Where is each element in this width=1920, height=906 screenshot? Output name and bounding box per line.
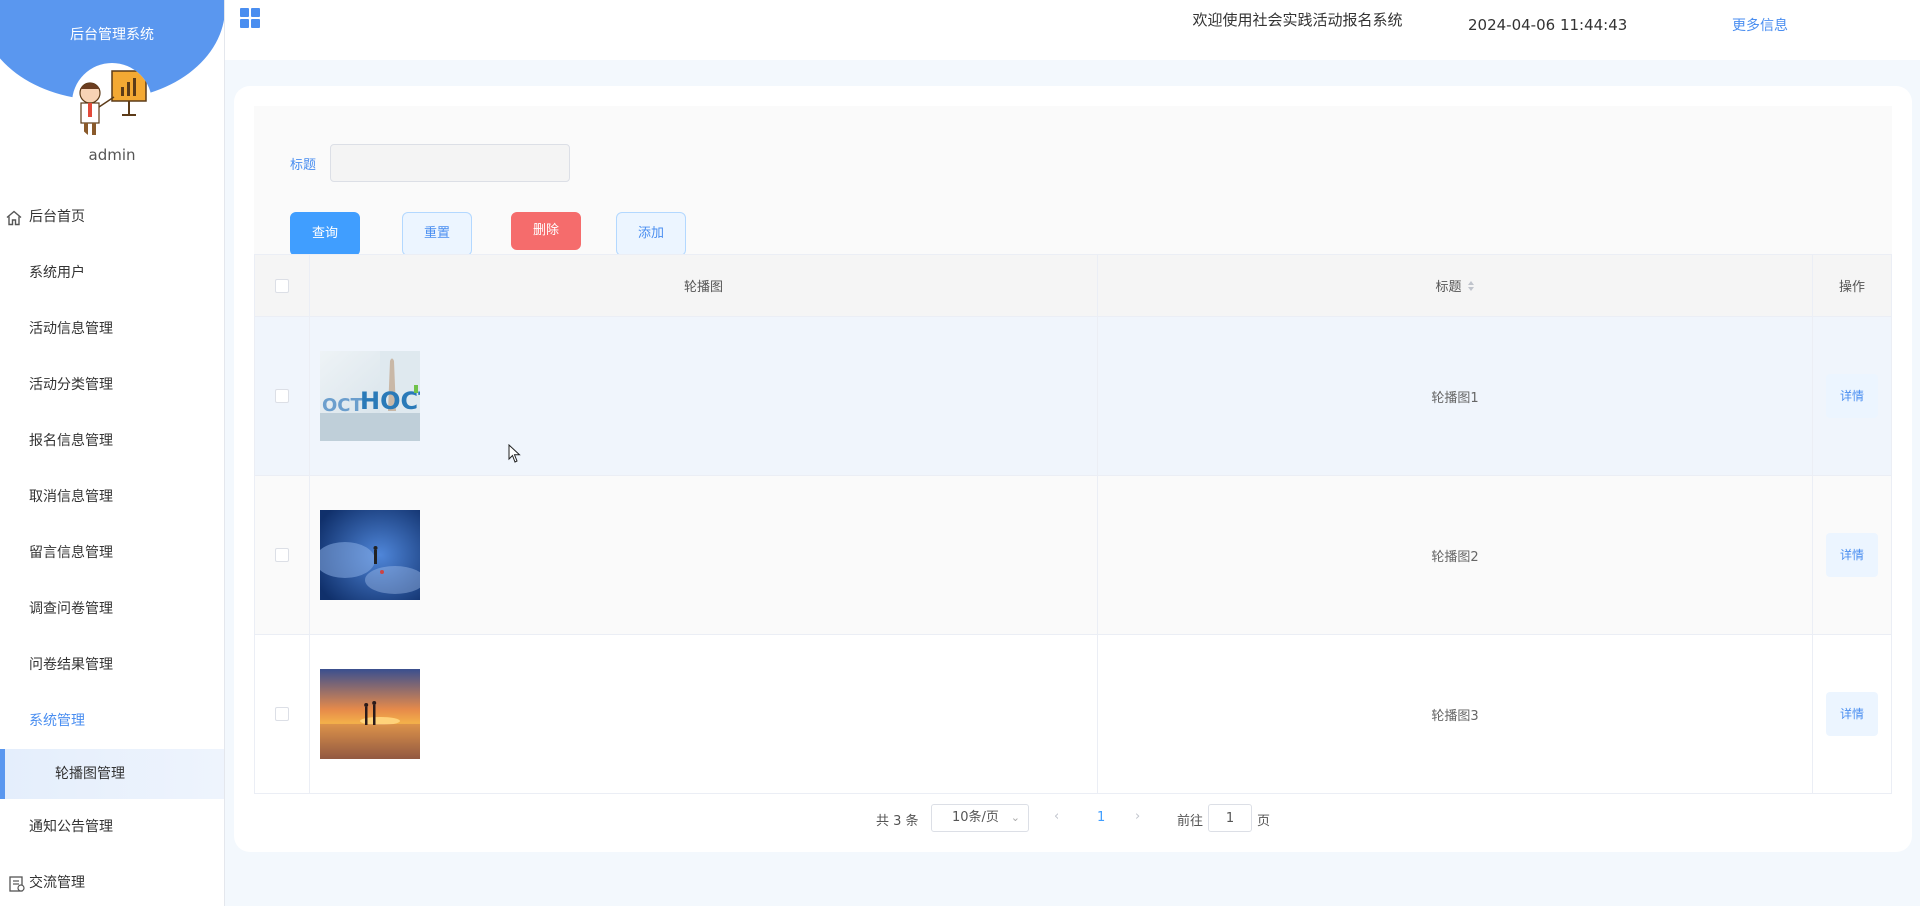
image-cell: [310, 635, 1098, 793]
carousel-table: 轮播图 标题 操作 OCT HOCT: [254, 254, 1892, 794]
query-button[interactable]: 查询: [290, 212, 360, 256]
goto-label: 前往: [1177, 814, 1204, 829]
goto-page-input[interactable]: [1208, 804, 1252, 832]
sidebar: 后台管理系统 admin 后台首页 系统用户 活动信息管理 活动分类管理 报名信…: [0, 0, 225, 906]
row-checkbox[interactable]: [275, 707, 289, 721]
page-unit-label: 页: [1257, 814, 1271, 829]
row-checkbox[interactable]: [275, 389, 289, 403]
carousel-image-thumbnail[interactable]: [320, 510, 420, 600]
current-datetime: 2024-04-06 11:44:43: [1468, 16, 1628, 34]
title-cell: 轮播图2: [1098, 476, 1813, 634]
page-number-current[interactable]: 1: [1097, 810, 1105, 825]
top-bar: 欢迎使用社会实践活动报名系统 2024-04-06 11:44:43 更多信息: [225, 0, 1920, 60]
image-cell: [310, 476, 1098, 634]
table-row: OCT HOCT 轮播图1 详情: [255, 317, 1891, 476]
mouse-cursor-icon: [508, 444, 521, 463]
sidebar-item-label: 后台首页: [29, 209, 85, 225]
table-row: 轮播图2 详情: [255, 476, 1891, 635]
page-size-select[interactable]: 10条/页 ⌄: [931, 804, 1029, 832]
row-checkbox-cell: [255, 476, 310, 634]
table-header: 轮播图 标题 操作: [255, 255, 1891, 317]
actions-cell: 详情: [1813, 476, 1891, 634]
select-all-checkbox[interactable]: [275, 278, 289, 293]
system-title: 后台管理系统: [70, 27, 154, 43]
sidebar-menu: 后台首页 系统用户 活动信息管理 活动分类管理 报名信息管理 取消信息管理 留言…: [0, 189, 224, 906]
sidebar-item-label: 活动信息管理: [29, 321, 113, 337]
table-row: 轮播图3 详情: [255, 635, 1891, 793]
page-title: 欢迎使用社会实践活动报名系统: [225, 9, 1920, 30]
carousel-image-thumbnail[interactable]: [320, 669, 420, 759]
page-size-value: 10条/页: [952, 810, 999, 825]
detail-button[interactable]: 详情: [1826, 533, 1878, 577]
column-header-title-label: 标题: [1435, 280, 1462, 295]
add-button[interactable]: 添加: [616, 212, 686, 256]
sidebar-item-system-users[interactable]: 系统用户: [0, 245, 224, 301]
carousel-image-thumbnail[interactable]: OCT HOCT: [320, 351, 420, 441]
actions-cell: 详情: [1813, 317, 1891, 475]
title-cell: 轮播图1: [1098, 317, 1813, 475]
avatar[interactable]: [72, 63, 152, 143]
more-info-link[interactable]: 更多信息: [1732, 15, 1788, 35]
actions-cell: 详情: [1813, 635, 1891, 793]
sidebar-item-exchange[interactable]: 交流管理: [0, 855, 224, 906]
sidebar-item-activity-category[interactable]: 活动分类管理: [0, 357, 224, 413]
sidebar-item-carousel-management[interactable]: 轮播图管理: [0, 749, 224, 799]
detail-button[interactable]: 详情: [1826, 692, 1878, 736]
sidebar-item-label: 系统用户: [29, 265, 85, 281]
column-header-title[interactable]: 标题: [1098, 255, 1813, 316]
pagination: 共 3 条 10条/页 ⌄ ‹ 1 › 前往 页: [234, 804, 1912, 834]
next-page-icon[interactable]: ›: [1135, 809, 1140, 824]
sidebar-item-label: 问卷结果管理: [29, 657, 113, 673]
column-header-image: 轮播图: [310, 255, 1098, 316]
row-checkbox-cell: [255, 635, 310, 793]
welcome-title: 欢迎使用社会实践活动报名系统: [1192, 11, 1403, 29]
grid-icon[interactable]: [239, 7, 261, 29]
pagination-total: 共 3 条: [876, 814, 919, 829]
chevron-down-icon: ⌄: [1010, 811, 1020, 824]
document-icon: [9, 876, 25, 892]
image-cell: OCT HOCT: [310, 317, 1098, 475]
sidebar-item-notices[interactable]: 通知公告管理: [0, 799, 224, 855]
sidebar-item-home[interactable]: 后台首页: [0, 189, 224, 245]
sidebar-item-activity-info[interactable]: 活动信息管理: [0, 301, 224, 357]
reset-button[interactable]: 重置: [402, 212, 472, 256]
sidebar-item-survey[interactable]: 调查问卷管理: [0, 581, 224, 637]
title-search-input[interactable]: [330, 144, 570, 182]
svg-text:OCT: OCT: [322, 395, 364, 416]
sidebar-item-system-management[interactable]: 系统管理: [0, 693, 224, 749]
title-filter-label: 标题: [290, 158, 317, 173]
sort-icon[interactable]: [1467, 280, 1475, 292]
sidebar-item-messages[interactable]: 留言信息管理: [0, 525, 224, 581]
delete-button[interactable]: 删除: [511, 212, 581, 250]
sidebar-item-label: 取消信息管理: [29, 489, 113, 505]
header-checkbox-cell: [255, 255, 310, 316]
svg-text:HOCT: HOCT: [360, 387, 420, 415]
sidebar-item-label: 轮播图管理: [55, 766, 125, 782]
content-card: 标题 查询 重置 删除 添加 轮播图 标题 操作 OCT HOC 轮播图1 详情…: [234, 86, 1912, 852]
sidebar-item-registration[interactable]: 报名信息管理: [0, 413, 224, 469]
row-checkbox[interactable]: [275, 548, 289, 562]
sidebar-item-label: 系统管理: [29, 713, 85, 729]
sidebar-item-label: 交流管理: [29, 875, 85, 891]
row-checkbox-cell: [255, 317, 310, 475]
sidebar-item-label: 留言信息管理: [29, 545, 113, 561]
username: admin: [88, 146, 136, 164]
sidebar-item-label: 通知公告管理: [29, 819, 113, 835]
prev-page-icon[interactable]: ‹: [1054, 809, 1059, 824]
home-icon: [6, 210, 22, 226]
sidebar-item-cancellation[interactable]: 取消信息管理: [0, 469, 224, 525]
sidebar-item-label: 报名信息管理: [29, 433, 113, 449]
sidebar-item-survey-results[interactable]: 问卷结果管理: [0, 637, 224, 693]
sidebar-item-label: 调查问卷管理: [29, 601, 113, 617]
detail-button[interactable]: 详情: [1826, 374, 1878, 418]
title-cell: 轮播图3: [1098, 635, 1813, 793]
column-header-actions: 操作: [1838, 280, 1865, 295]
sidebar-item-label: 活动分类管理: [29, 377, 113, 393]
